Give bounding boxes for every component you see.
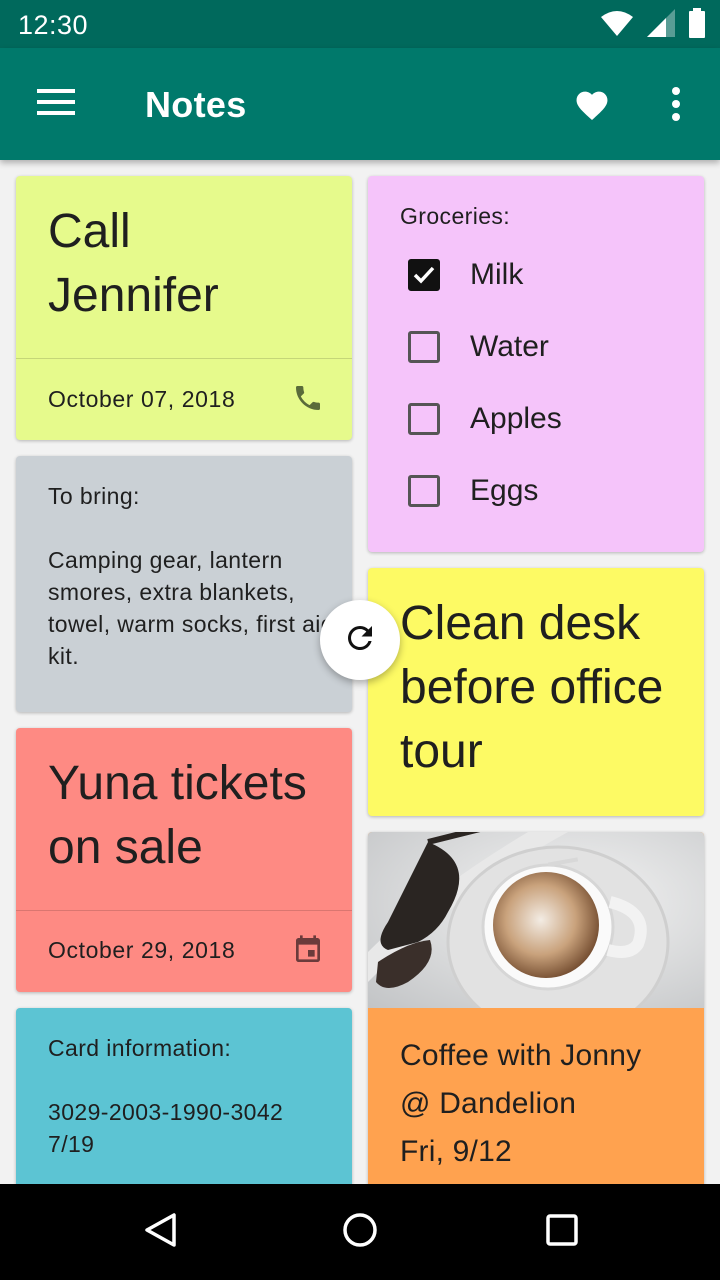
coffee-line-3: Fri, 9/12 [400, 1135, 512, 1168]
note-yuna-tickets[interactable]: Yuna tickets on sale October 29, 2018 [16, 728, 352, 992]
checklist-item-label: Eggs [470, 474, 539, 507]
phone-icon[interactable] [292, 382, 324, 419]
coffee-line-2: @ Dandelion [400, 1087, 577, 1120]
note-clean-desk[interactable]: Clean desk before office tour [368, 568, 704, 816]
status-bar: 12:30 [0, 0, 720, 48]
note-heading: Groceries: [400, 203, 511, 229]
heart-icon [573, 87, 611, 126]
card-expiry: 7/19 [48, 1131, 95, 1157]
note-title: Yuna tickets on sale [48, 757, 307, 874]
note-title: Call Jennifer [48, 205, 219, 322]
recents-button[interactable] [538, 1208, 586, 1256]
checklist-item[interactable]: Milk [408, 258, 523, 292]
refresh-icon [342, 620, 378, 661]
coffee-line-1: Coffee with Jonny [400, 1039, 642, 1072]
home-icon [342, 1212, 378, 1253]
divider [16, 910, 352, 911]
checklist-item[interactable]: Apples [408, 402, 562, 436]
menu-button[interactable] [28, 84, 84, 124]
checkbox[interactable] [408, 403, 440, 435]
note-card-information[interactable]: Card information: 3029-2003-1990-3042 7/… [16, 1008, 352, 1208]
note-groceries[interactable]: Groceries: Milk Water Apples Eggs [368, 176, 704, 552]
checklist-item[interactable]: Water [408, 330, 549, 364]
note-coffee[interactable]: Coffee with Jonny @ Dandelion Fri, 9/12 [368, 832, 704, 1208]
app-title: Notes [145, 84, 247, 125]
more-vert-icon [671, 86, 681, 126]
note-to-bring[interactable]: To bring: Camping gear, lantern smores, … [16, 456, 352, 712]
checkbox[interactable] [408, 331, 440, 363]
checklist-item-label: Water [470, 330, 549, 363]
note-date: October 07, 2018 [48, 386, 236, 412]
wifi-icon [600, 9, 634, 42]
home-button[interactable] [336, 1208, 384, 1256]
recents-icon [545, 1213, 579, 1252]
note-title: Clean desk before office tour [400, 597, 664, 778]
status-time: 12:30 [18, 10, 89, 40]
card-number: 3029-2003-1990-3042 [48, 1099, 284, 1125]
calendar-icon[interactable] [292, 934, 324, 971]
battery-icon [688, 8, 706, 43]
checkbox[interactable] [408, 475, 440, 507]
checklist-item[interactable]: Eggs [408, 474, 538, 508]
coffee-photo [368, 832, 704, 1008]
back-button[interactable] [136, 1208, 184, 1256]
note-date: October 29, 2018 [48, 937, 236, 963]
checklist-item-label: Milk [470, 258, 524, 291]
app-bar: Notes [0, 48, 720, 160]
note-heading: To bring: [48, 483, 140, 509]
checkbox-checked[interactable] [408, 259, 440, 291]
note-body: Camping gear, lantern smores, extra blan… [48, 547, 334, 669]
signal-icon [646, 8, 676, 43]
favorite-button[interactable] [566, 80, 618, 132]
checklist-item-label: Apples [470, 402, 562, 435]
note-heading: Card information: [48, 1035, 232, 1061]
note-call-jennifer[interactable]: Call Jennifer October 07, 2018 [16, 176, 352, 440]
refresh-button[interactable] [320, 600, 400, 680]
status-icons [600, 8, 706, 43]
divider [16, 358, 352, 359]
navigation-bar [0, 1184, 720, 1280]
menu-icon [37, 88, 75, 120]
more-options-button[interactable] [654, 80, 698, 132]
back-icon [142, 1212, 178, 1253]
